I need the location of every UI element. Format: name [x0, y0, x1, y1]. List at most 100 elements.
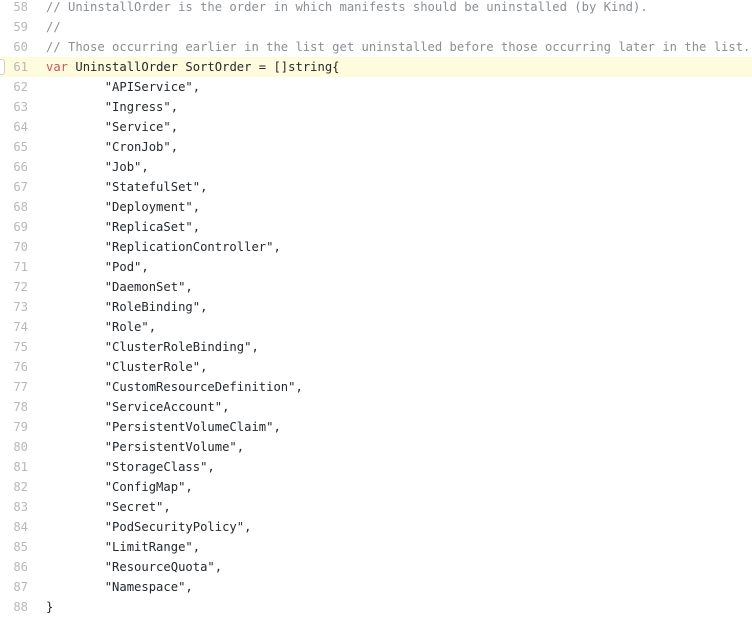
line-number[interactable]: 70 [0, 237, 28, 257]
line-number[interactable]: 86 [0, 557, 28, 577]
line-number[interactable]: 62 [0, 77, 28, 97]
code-line[interactable]: 61 var UninstallOrder SortOrder = []strin… [0, 57, 752, 77]
line-number[interactable]: 88 [0, 597, 28, 617]
line-number[interactable]: 85 [0, 537, 28, 557]
code-line[interactable]: 74 "Role", [0, 317, 752, 337]
code-line[interactable]: 75 "ClusterRoleBinding", [0, 337, 752, 357]
line-content: "Pod", [28, 257, 752, 277]
code-line[interactable]: 76 "ClusterRole", [0, 357, 752, 377]
code-line[interactable]: 60 // Those occurring earlier in the list… [0, 37, 752, 57]
code-token-string: "APIService", [46, 80, 201, 94]
line-number[interactable]: 72 [0, 277, 28, 297]
line-number[interactable]: 80 [0, 437, 28, 457]
line-content: // [28, 17, 752, 37]
code-token-string: "ServiceAccount", [46, 400, 230, 414]
code-token-string: "LimitRange", [46, 540, 201, 554]
line-content: "PersistentVolumeClaim", [28, 417, 752, 437]
code-token-string: "Service", [46, 120, 179, 134]
line-number[interactable]: 81 [0, 457, 28, 477]
code-line[interactable]: 71 "Pod", [0, 257, 752, 277]
line-number[interactable]: 68 [0, 197, 28, 217]
line-anchor-marker-icon[interactable] [0, 59, 5, 75]
line-content: "DaemonSet", [28, 277, 752, 297]
code-line[interactable]: 77 "CustomResourceDefinition", [0, 377, 752, 397]
code-token-comment: // Those occurring earlier in the list g… [46, 40, 751, 54]
line-number[interactable]: 84 [0, 517, 28, 537]
code-token-string: "StorageClass", [46, 460, 215, 474]
code-line[interactable]: 80 "PersistentVolume", [0, 437, 752, 457]
code-line[interactable]: 84 "PodSecurityPolicy", [0, 517, 752, 537]
code-line[interactable]: 79 "PersistentVolumeClaim", [0, 417, 752, 437]
line-content: "StorageClass", [28, 457, 752, 477]
code-token-string: "CustomResourceDefinition", [46, 380, 303, 394]
code-line[interactable]: 59 // [0, 17, 752, 37]
line-number[interactable]: 65 [0, 137, 28, 157]
code-token-string: "StatefulSet", [46, 180, 208, 194]
code-line[interactable]: 62 "APIService", [0, 77, 752, 97]
code-line[interactable]: 83 "Secret", [0, 497, 752, 517]
code-line[interactable]: 58 // UninstallOrder is the order in whic… [0, 0, 752, 17]
code-token-string: "ResourceQuota", [46, 560, 223, 574]
line-content: } [28, 597, 752, 617]
line-number[interactable]: 77 [0, 377, 28, 397]
code-line[interactable]: 63 "Ingress", [0, 97, 752, 117]
code-line[interactable]: 64 "Service", [0, 117, 752, 137]
line-number[interactable]: 73 [0, 297, 28, 317]
line-content: "Service", [28, 117, 752, 137]
line-number[interactable]: 87 [0, 577, 28, 597]
code-line[interactable]: 88} [0, 597, 752, 617]
code-line[interactable]: 65 "CronJob", [0, 137, 752, 157]
code-token-plain: } [46, 600, 54, 614]
code-line[interactable]: 68 "Deployment", [0, 197, 752, 217]
line-content: "Role", [28, 317, 752, 337]
line-number[interactable]: 75 [0, 337, 28, 357]
code-line[interactable]: 86 "ResourceQuota", [0, 557, 752, 577]
line-number[interactable]: 69 [0, 217, 28, 237]
line-number[interactable]: 59 [0, 17, 28, 37]
code-line[interactable]: 81 "StorageClass", [0, 457, 752, 477]
code-line[interactable]: 70 "ReplicationController", [0, 237, 752, 257]
line-number[interactable]: 67 [0, 177, 28, 197]
code-token-string: "Namespace", [46, 580, 193, 594]
line-number[interactable]: 79 [0, 417, 28, 437]
line-number[interactable]: 63 [0, 97, 28, 117]
line-number[interactable]: 78 [0, 397, 28, 417]
code-token-string: "PersistentVolumeClaim", [46, 420, 281, 434]
line-number[interactable]: 82 [0, 477, 28, 497]
code-line[interactable]: 82 "ConfigMap", [0, 477, 752, 497]
line-number[interactable]: 60 [0, 37, 28, 57]
line-content: "RoleBinding", [28, 297, 752, 317]
line-content: "ClusterRoleBinding", [28, 337, 752, 357]
code-token-string: "Ingress", [46, 100, 179, 114]
line-content: "CustomResourceDefinition", [28, 377, 752, 397]
code-line[interactable]: 78 "ServiceAccount", [0, 397, 752, 417]
code-token-string: "Pod", [46, 260, 149, 274]
line-content: "PodSecurityPolicy", [28, 517, 752, 537]
line-number[interactable]: 58 [0, 0, 28, 17]
code-line[interactable]: 73 "RoleBinding", [0, 297, 752, 317]
line-content: "LimitRange", [28, 537, 752, 557]
code-line-list: 58 // UninstallOrder is the order in whic… [0, 0, 752, 617]
code-line[interactable]: 72 "DaemonSet", [0, 277, 752, 297]
code-token-string: "PodSecurityPolicy", [46, 520, 252, 534]
line-number[interactable]: 66 [0, 157, 28, 177]
code-viewer[interactable]: 58 // UninstallOrder is the order in whic… [0, 0, 752, 626]
line-content: var UninstallOrder SortOrder = []string{ [28, 57, 752, 77]
code-token-comment: // UninstallOrder is the order in which … [46, 0, 648, 14]
code-line[interactable]: 67 "StatefulSet", [0, 177, 752, 197]
code-token-string: "DaemonSet", [46, 280, 193, 294]
line-content: // UninstallOrder is the order in which … [28, 0, 752, 17]
code-line[interactable]: 66 "Job", [0, 157, 752, 177]
line-number[interactable]: 83 [0, 497, 28, 517]
line-number[interactable]: 76 [0, 357, 28, 377]
code-line[interactable]: 69 "ReplicaSet", [0, 217, 752, 237]
code-token-string: "ConfigMap", [46, 480, 193, 494]
code-token-string: "ClusterRoleBinding", [46, 340, 259, 354]
code-line[interactable]: 85 "LimitRange", [0, 537, 752, 557]
code-token-string: "Deployment", [46, 200, 201, 214]
line-number[interactable]: 71 [0, 257, 28, 277]
line-number[interactable]: 74 [0, 317, 28, 337]
line-content: "Job", [28, 157, 752, 177]
line-number[interactable]: 64 [0, 117, 28, 137]
code-line[interactable]: 87 "Namespace", [0, 577, 752, 597]
